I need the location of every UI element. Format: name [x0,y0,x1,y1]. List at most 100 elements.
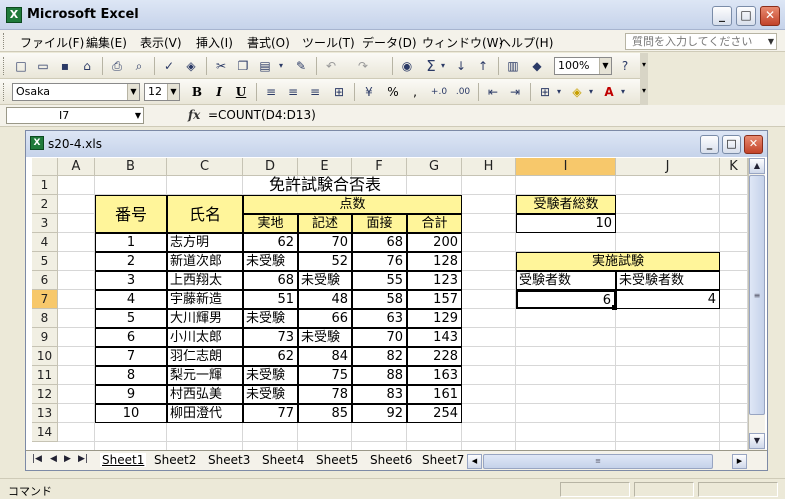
record-interview[interactable]: 55 [352,271,407,290]
record-written[interactable]: 未受験 [298,328,352,347]
chevron-down-icon[interactable]: ▼ [135,108,141,123]
record-name[interactable]: 大川輝男 [167,309,243,328]
undo-icon[interactable]: ↶ [322,57,340,75]
align-center-icon[interactable]: ≡ [284,83,302,101]
record-practical[interactable]: 62 [243,347,298,366]
currency-icon[interactable]: ¥ [360,83,378,101]
scroll-up-icon[interactable]: ▲ [749,158,765,174]
column-header[interactable]: K [720,158,748,176]
underline-button[interactable]: U [232,83,250,101]
toolbar-grip[interactable] [3,57,6,75]
maximize-button[interactable]: □ [736,6,756,26]
record-written[interactable]: 未受験 [298,271,352,290]
header-total[interactable]: 合計 [407,214,462,233]
record-name[interactable]: 上西翔太 [167,271,243,290]
align-left-icon[interactable]: ≡ [262,83,280,101]
record-total[interactable]: 128 [407,252,462,271]
toolbar-grip[interactable] [3,83,6,101]
horizontal-scrollbar[interactable]: ◀ ≡ ▶ [467,454,747,469]
row-header[interactable]: 6 [32,271,58,290]
menu-data[interactable]: データ(D) [362,34,417,51]
font-color-dropdown-icon[interactable]: ▾ [618,83,628,101]
record-name[interactable]: 村西弘美 [167,385,243,404]
italic-button[interactable]: I [210,83,228,101]
row-header[interactable]: 10 [32,347,58,366]
increase-indent-icon[interactable]: ⇥ [506,83,524,101]
chevron-down-icon[interactable]: ▼ [167,84,179,100]
selected-cell-i7[interactable]: 6 [516,290,616,309]
row-header[interactable]: 4 [32,233,58,252]
save-icon[interactable]: ▪ [56,57,74,75]
tab-sheet6[interactable]: Sheet6 [370,453,412,467]
row-header[interactable]: 7 [32,290,58,309]
minimize-button[interactable]: _ [712,6,732,26]
hyperlink-icon[interactable]: ◉ [398,57,416,75]
row-header[interactable]: 2 [32,195,58,214]
record-practical[interactable]: 51 [243,290,298,309]
chevron-down-icon[interactable]: ▼ [768,34,774,49]
header-interview[interactable]: 面接 [352,214,407,233]
bold-button[interactable]: B [188,83,206,101]
header-practical[interactable]: 実地 [243,214,298,233]
fill-color-dropdown-icon[interactable]: ▾ [586,83,596,101]
column-header[interactable]: A [58,158,95,176]
copy-icon[interactable]: ❐ [234,57,252,75]
column-header[interactable]: J [616,158,720,176]
record-total[interactable]: 228 [407,347,462,366]
font-select[interactable]: Osaka ▼ [12,83,140,101]
tab-sheet5[interactable]: Sheet5 [316,453,358,467]
record-practical[interactable]: 未受験 [243,366,298,385]
format-painter-icon[interactable]: ✎ [292,57,310,75]
sheet-title[interactable]: 免許試験合否表 [243,176,407,195]
tab-sheet3[interactable]: Sheet3 [208,453,250,467]
record-interview[interactable]: 88 [352,366,407,385]
name-box[interactable]: I7 ▼ [6,107,144,124]
zoom-select[interactable]: 100% ▼ [554,57,612,75]
merge-center-icon[interactable]: ⊞ [330,83,348,101]
record-total[interactable]: 161 [407,385,462,404]
spelling-icon[interactable]: ✓ [160,57,178,75]
workbook-maximize-button[interactable]: □ [722,135,741,154]
toolbar-options-icon[interactable]: ▾ [640,53,648,79]
summary-total-label[interactable]: 受験者総数 [516,195,616,214]
header-written[interactable]: 記述 [298,214,352,233]
sort-ascending-icon[interactable]: ↓ [452,57,470,75]
font-size-select[interactable]: 12 ▼ [144,83,180,101]
new-icon[interactable]: □ [12,57,30,75]
record-total[interactable]: 123 [407,271,462,290]
record-total[interactable]: 129 [407,309,462,328]
menu-help[interactable]: ヘルプ(H) [499,34,553,51]
tab-sheet2[interactable]: Sheet2 [154,453,196,467]
record-total[interactable]: 200 [407,233,462,252]
record-name[interactable]: 宇藤新造 [167,290,243,309]
align-right-icon[interactable]: ≡ [306,83,324,101]
record-interview[interactable]: 76 [352,252,407,271]
column-header[interactable]: G [407,158,462,176]
summary-not-taken-value[interactable]: 4 [616,290,720,309]
comma-button[interactable]: , [406,83,424,101]
record-number[interactable]: 9 [95,385,167,404]
first-sheet-icon[interactable]: |◀ [32,454,42,464]
cut-icon[interactable]: ✂ [212,57,230,75]
record-interview[interactable]: 58 [352,290,407,309]
tab-sheet7[interactable]: Sheet7 [422,453,464,467]
record-practical[interactable]: 77 [243,404,298,423]
row-header[interactable]: 3 [32,214,58,233]
fill-color-icon[interactable]: ◈ [568,83,586,101]
help-search-input[interactable]: 質問を入力してください ▼ [625,33,777,50]
record-name[interactable]: 羽仁志朗 [167,347,243,366]
menu-view[interactable]: 表示(V) [140,34,182,51]
row-header[interactable]: 5 [32,252,58,271]
menu-format[interactable]: 書式(O) [247,34,290,51]
scroll-right-icon[interactable]: ▶ [732,454,747,469]
scroll-left-icon[interactable]: ◀ [467,454,482,469]
open-icon[interactable]: ▭ [34,57,52,75]
select-all-button[interactable] [32,158,58,176]
tab-sheet4[interactable]: Sheet4 [262,453,304,467]
record-written[interactable]: 78 [298,385,352,404]
redo-icon[interactable]: ↷ [354,57,372,75]
autosum-dropdown-icon[interactable]: ▾ [438,57,448,75]
record-total[interactable]: 143 [407,328,462,347]
borders-dropdown-icon[interactable]: ▾ [554,83,564,101]
record-name[interactable]: 志方明 [167,233,243,252]
